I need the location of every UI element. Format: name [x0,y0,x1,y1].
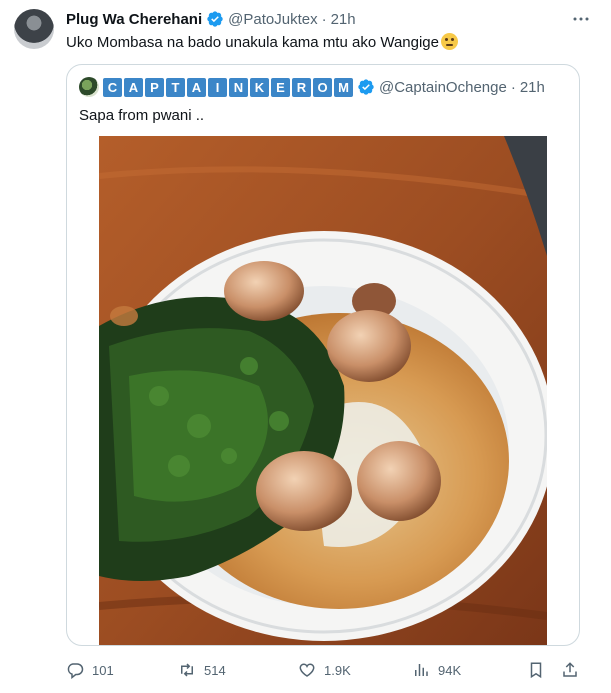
quoted-tweet-text: Sapa from pwani .. [79,107,205,124]
name-letter-tile: A [124,77,143,97]
view-count: 94K [438,662,462,678]
reply-count: 101 [92,662,114,678]
heart-icon [299,663,315,677]
avatar[interactable] [14,9,54,49]
timestamp[interactable]: 21h [331,11,356,28]
author-handle[interactable]: @PatoJuktex [228,11,317,28]
name-letter-tile: K [250,77,269,97]
quoted-author-handle: @CaptainOchenge [379,78,507,96]
thinking-face-emoji-icon [441,33,458,50]
tweet-header: Plug Wa Cherehani @PatoJuktex · 21h [66,9,356,29]
bookmark-icon [530,662,542,679]
name-letter-tile: M [334,77,353,97]
verified-icon [207,11,223,27]
tweet-actions: 101 514 1.9K 94K [0,654,611,686]
retweet-icon [181,663,193,677]
name-letter-tile: I [208,77,227,97]
quoted-author-name: CAPTAINKEROM [103,77,353,97]
share-button[interactable] [561,658,579,682]
retweet-count: 514 [204,662,226,678]
name-letter-tile: A [187,77,206,97]
tweet[interactable]: Plug Wa Cherehani @PatoJuktex · 21h Uko … [0,0,611,693]
views-button[interactable]: 94K [412,658,461,682]
like-button[interactable]: 1.9K [298,658,351,682]
bookmark-button[interactable] [527,658,545,682]
name-letter-tile: C [103,77,122,97]
separator-dot: · [321,10,327,28]
reply-button[interactable]: 101 [66,658,114,682]
share-icon [563,662,577,677]
views-icon [415,664,428,676]
like-count: 1.9K [324,662,351,678]
name-letter-tile: O [313,77,332,97]
retweet-button[interactable]: 514 [178,658,226,682]
separator-dot: · [510,78,516,96]
name-letter-tile: T [166,77,185,97]
author-name[interactable]: Plug Wa Cherehani [66,11,202,28]
quoted-tweet-header: CAPTAINKEROM @CaptainOchenge · 21h [79,77,545,97]
name-letter-tile: R [292,77,311,97]
tweet-text: Uko Mombasa na bado unakula kama mtu ako… [66,33,458,53]
quoted-tweet[interactable]: CAPTAINKEROM @CaptainOchenge · 21h Sapa … [66,64,580,646]
reply-icon [67,663,84,679]
food-photo-illustration [99,136,547,645]
quoted-timestamp: 21h [519,78,545,96]
name-letter-tile: P [145,77,164,97]
verified-icon [358,79,374,95]
more-icon[interactable] [569,10,593,28]
food-photo[interactable] [99,136,547,645]
quoted-avatar [79,77,99,97]
name-letter-tile: N [229,77,248,97]
tweet-text-body: Uko Mombasa na bado unakula kama mtu ako… [66,34,439,51]
name-letter-tile: E [271,77,290,97]
